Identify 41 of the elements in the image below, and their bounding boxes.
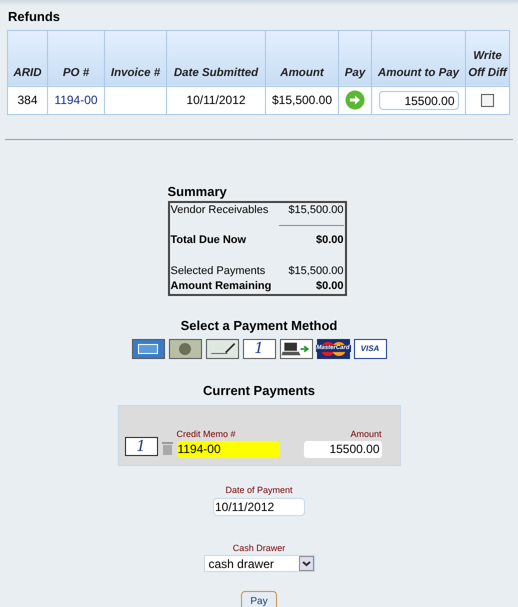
visa-button[interactable]: VISA bbox=[354, 338, 386, 358]
table-cell: 384 bbox=[8, 86, 48, 114]
credit-memo-icon: 1 bbox=[124, 437, 158, 456]
amex-card-icon[interactable] bbox=[132, 338, 164, 358]
summary-label: Amount Remaining bbox=[170, 279, 272, 294]
field-label: Date of Payment bbox=[225, 484, 293, 497]
column-header: Date Submitted bbox=[166, 30, 266, 86]
amount-input[interactable]: 15500.00 bbox=[378, 90, 458, 110]
summary-value: $15,500.00 bbox=[288, 203, 344, 218]
table-cell: $15,500.00 bbox=[266, 86, 338, 114]
pay-button[interactable]: Pay bbox=[241, 591, 277, 607]
summary-label: Total Due Now bbox=[170, 233, 246, 248]
summary-label: Selected Payments bbox=[170, 264, 266, 279]
dollar-bill-icon[interactable] bbox=[168, 338, 202, 358]
date-input[interactable]: 10/11/2012 bbox=[213, 498, 305, 516]
cash-drawer-select[interactable]: cash drawer bbox=[204, 555, 314, 572]
column-header: Amount bbox=[266, 30, 338, 86]
column-header: Write Off Diff bbox=[466, 30, 510, 86]
column-header: PO # bbox=[48, 30, 104, 86]
column-header: Invoice # bbox=[104, 30, 166, 86]
table-cell: 10/11/2012 bbox=[166, 86, 266, 114]
column-header: ARID bbox=[8, 30, 48, 86]
check-pen-icon[interactable] bbox=[206, 338, 238, 358]
column-header: Pay bbox=[338, 30, 372, 86]
chevron-down-icon bbox=[298, 556, 314, 571]
checkbox[interactable] bbox=[481, 94, 494, 106]
summary-value: $0.00 bbox=[316, 279, 344, 294]
summary-value: $15,500.00 bbox=[288, 264, 344, 279]
field-label: Cash Drawer bbox=[232, 542, 286, 554]
memo-input[interactable]: 1194-00 bbox=[176, 441, 280, 458]
column-header: Amount to Pay bbox=[372, 30, 466, 86]
summary-title: Summary bbox=[168, 182, 228, 201]
field-label: Amount bbox=[350, 428, 382, 440]
amount-input[interactable]: 15500.00 bbox=[304, 441, 382, 458]
summary-value: $0.00 bbox=[316, 233, 344, 248]
credit-memo-button[interactable]: 1 bbox=[242, 338, 276, 358]
field-label: Credit Memo # bbox=[176, 428, 237, 440]
section-title: Current Payments bbox=[203, 382, 315, 400]
summary-label: Vendor Receivables bbox=[170, 203, 268, 218]
section-title: Select a Payment Method bbox=[180, 317, 338, 335]
section-title: Refunds bbox=[8, 8, 61, 26]
